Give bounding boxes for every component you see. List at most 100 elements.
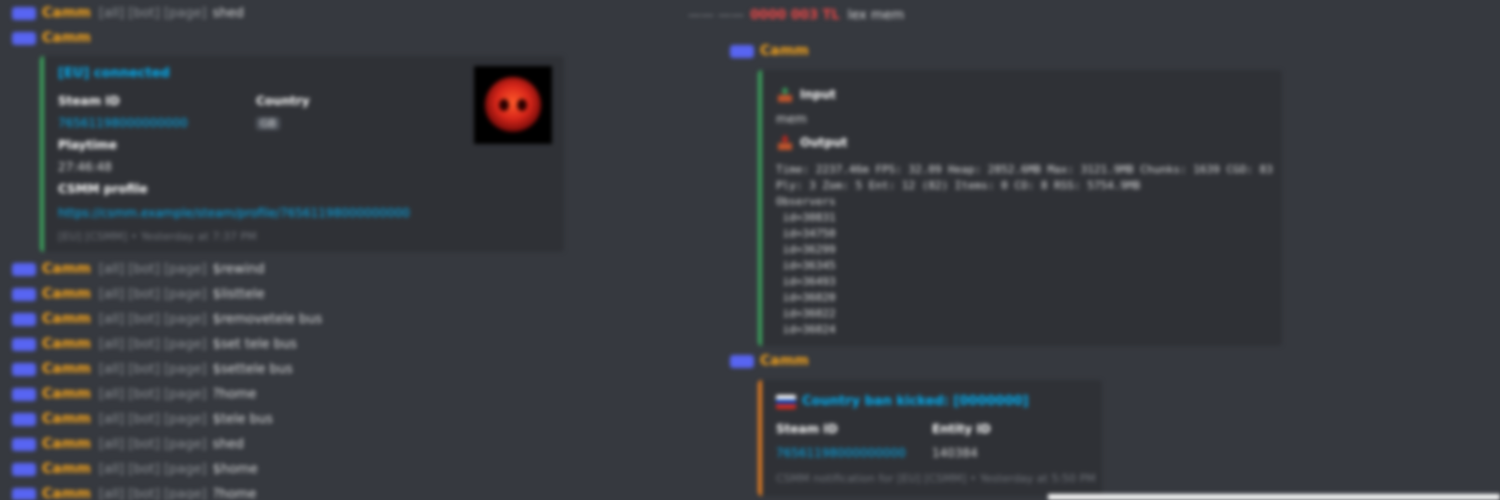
chat-message: Camm [all] [bot] [page] ?home bbox=[12, 483, 256, 500]
message-author[interactable]: Camm bbox=[42, 461, 91, 477]
message-context: [all] [bot] [page] bbox=[98, 486, 207, 500]
bot-tag bbox=[12, 437, 36, 451]
message-author[interactable]: Camm bbox=[42, 261, 91, 277]
message-author[interactable]: Camm bbox=[760, 353, 809, 369]
message-author[interactable]: Camm bbox=[42, 386, 91, 402]
message-author[interactable]: Camm bbox=[42, 436, 91, 452]
output-line: id=30831 bbox=[776, 211, 836, 224]
bot-tag bbox=[12, 6, 36, 20]
chat-message: Camm [all] [bot] [page] shed bbox=[12, 2, 244, 24]
output-line: id=36024 bbox=[776, 323, 836, 336]
country-badge: GB bbox=[256, 117, 281, 130]
message-text: $listtele bbox=[212, 286, 265, 302]
overlay-bar bbox=[1048, 494, 1500, 500]
message-text: $rewind bbox=[212, 261, 265, 277]
ban-title-text[interactable]: Country ban kicked: [0000000] bbox=[802, 394, 1029, 409]
output-line: Time: 2237.46m FPS: 32.09 Heap: 2852.6MB… bbox=[776, 163, 1273, 176]
embed-footer: [EU] [CSMM] • Yesterday at 7:37 PM bbox=[58, 230, 257, 243]
right-chat-pane: —— —— 0000 003 TL lex mem Camm Input mem… bbox=[680, 0, 1500, 500]
chat-message: Camm [all] [bot] [page] $set tele bus bbox=[12, 333, 297, 355]
output-line: id=34750 bbox=[776, 227, 836, 240]
bot-tag bbox=[12, 262, 36, 276]
output-line: id=36493 bbox=[776, 275, 836, 288]
output-text: Time: 2237.46m FPS: 32.09 Heap: 2852.6MB… bbox=[776, 162, 1273, 338]
message-author[interactable]: Camm bbox=[42, 5, 91, 21]
message-timestamp: —— —— bbox=[688, 7, 745, 23]
csmm-profile-label: CSMM profile bbox=[58, 182, 148, 196]
message-author[interactable]: Camm bbox=[42, 30, 91, 46]
message-text: shed bbox=[212, 436, 244, 452]
country-value: GB bbox=[256, 116, 281, 130]
steam-id-value[interactable]: 76561198000000000 bbox=[58, 116, 188, 130]
message-author[interactable]: Camm bbox=[42, 336, 91, 352]
input-icon bbox=[776, 86, 794, 104]
bot-tag bbox=[12, 462, 36, 476]
skull-thumbnail[interactable] bbox=[474, 66, 552, 144]
message-author[interactable]: Camm bbox=[42, 361, 91, 377]
bot-tag bbox=[730, 44, 754, 58]
message-context: [all] [bot] [page] bbox=[98, 5, 207, 21]
entity-id-value: 140384 bbox=[932, 446, 978, 460]
output-line: Ply: 3 Zom: 5 Ent: 12 (82) Items: 0 CO: … bbox=[776, 179, 1141, 192]
message-author[interactable]: Camm bbox=[760, 43, 809, 59]
embed-title[interactable]: [EU] connected bbox=[58, 66, 170, 81]
chat-message: Camm bbox=[12, 27, 99, 49]
output-icon bbox=[776, 134, 794, 152]
left-chat-pane: Camm [all] [bot] [page] shed Camm [EU] c… bbox=[0, 0, 680, 500]
bot-tag bbox=[12, 312, 36, 326]
message-context: [all] [bot] [page] bbox=[98, 336, 207, 352]
message-text: ?home bbox=[212, 386, 257, 402]
csmm-profile-link[interactable]: https://csmm.example/steam/profile/76561… bbox=[58, 206, 410, 220]
message-context: [all] [bot] [page] bbox=[98, 411, 207, 427]
steam-id-label: Steam ID bbox=[58, 94, 120, 108]
output-label: Output bbox=[800, 135, 848, 150]
message-text: $tele bus bbox=[212, 411, 273, 427]
bot-tag bbox=[730, 354, 754, 368]
message-author[interactable]: Camm bbox=[42, 411, 91, 427]
message-text: lex mem bbox=[847, 7, 905, 23]
output-line: Observers bbox=[776, 195, 836, 208]
message-context: [all] [bot] [page] bbox=[98, 386, 207, 402]
message-text: ?home bbox=[212, 486, 257, 500]
message-context: [all] [bot] [page] bbox=[98, 261, 207, 277]
input-value: mem bbox=[776, 112, 807, 126]
chat-message: Camm [all] [bot] [page] $listtele bbox=[12, 283, 265, 305]
input-heading: Input bbox=[776, 86, 836, 104]
message-author[interactable]: Camm bbox=[42, 311, 91, 327]
chat-message: Camm [all] [bot] [page] $rewind bbox=[12, 258, 265, 280]
message-context: [all] [bot] [page] bbox=[98, 311, 207, 327]
message-author[interactable]: Camm bbox=[42, 486, 91, 500]
message-author[interactable]: 0000 003 TL bbox=[750, 8, 840, 23]
message-context: [all] [bot] [page] bbox=[98, 286, 207, 302]
message-text: $set tele bus bbox=[212, 336, 297, 352]
chat-message: Camm [all] [bot] [page] $home bbox=[12, 458, 258, 480]
output-line: id=36299 bbox=[776, 243, 836, 256]
chat-message: —— —— 0000 003 TL lex mem bbox=[688, 4, 904, 26]
bot-tag bbox=[12, 337, 36, 351]
steam-id-value[interactable]: 76561198000000000 bbox=[776, 446, 906, 460]
chat-message: Camm [all] [bot] [page] $removetele bus bbox=[12, 308, 322, 330]
playtime-label: Playtime bbox=[58, 138, 117, 152]
ban-embed-title[interactable]: Country ban kicked: [0000000] bbox=[776, 394, 1029, 409]
ban-embed-footer: CSMM notification for [EU] [CSMM] • Yest… bbox=[776, 472, 1096, 485]
message-text: shed bbox=[212, 5, 244, 21]
message-author[interactable]: Camm bbox=[42, 286, 91, 302]
chat-message: Camm [all] [bot] [page] $settele bus bbox=[12, 358, 293, 380]
entity-id-label: Entity ID bbox=[932, 422, 991, 436]
country-label: Country bbox=[256, 94, 310, 108]
skull-icon bbox=[485, 77, 541, 133]
message-context: [all] [bot] [page] bbox=[98, 461, 207, 477]
bot-tag bbox=[12, 287, 36, 301]
message-context: [all] [bot] [page] bbox=[98, 361, 207, 377]
input-label: Input bbox=[800, 87, 836, 102]
steam-id-label: Steam ID bbox=[776, 422, 838, 436]
chat-message: Camm [all] [bot] [page] shed bbox=[12, 433, 244, 455]
russia-flag-icon bbox=[776, 394, 796, 409]
message-text: $settele bus bbox=[212, 361, 293, 377]
output-line: id=36345 bbox=[776, 259, 836, 272]
chat-message: Camm bbox=[730, 40, 817, 62]
country-ban-embed: Country ban kicked: [0000000] Steam ID 7… bbox=[758, 380, 1102, 496]
connection-embed: [EU] connected Steam ID 7656119800000000… bbox=[40, 56, 564, 252]
bot-tag bbox=[12, 362, 36, 376]
message-text: $removetele bus bbox=[212, 311, 323, 327]
